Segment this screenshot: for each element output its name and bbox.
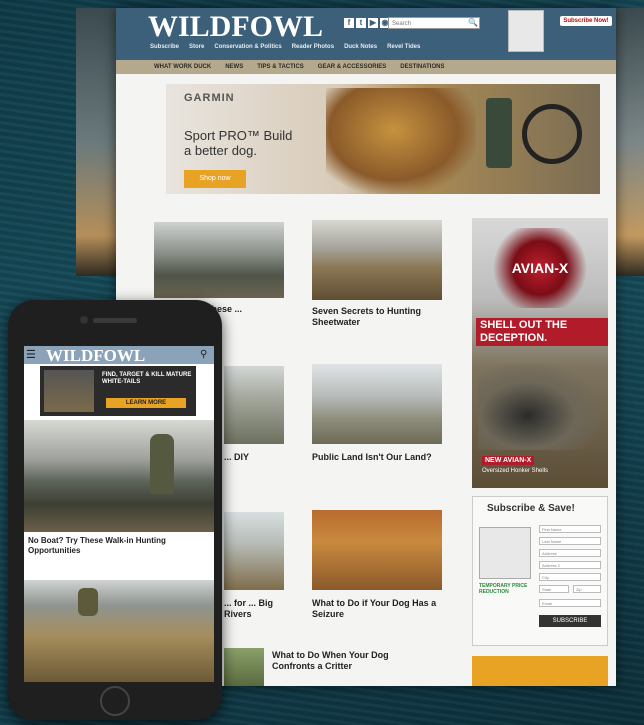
ad-text: FIND, TARGET & KILL MATURE WHITE-TAILS [102,372,192,385]
background-photo-right [616,8,644,276]
nav-item[interactable]: TIPS & TACTICS [257,64,304,70]
subscribe-title: Subscribe & Save! [487,503,575,514]
article-photo[interactable] [24,420,214,532]
article-photo[interactable] [24,580,214,682]
price-offer: TEMPORARY PRICE REDUCTION [479,583,528,595]
state-select[interactable]: State [539,585,569,593]
site-logo[interactable]: WILDFOWL [148,10,323,44]
ad-brand: GARMIN [184,92,235,104]
article-title[interactable]: Seven Secrets to Hunting Sheetwater [312,306,442,328]
magazine-cover[interactable] [508,10,544,52]
hunter-figure [150,434,174,494]
home-button[interactable] [100,686,130,716]
search-icon[interactable]: 🔍 [468,18,478,28]
subnav-item[interactable]: Store [189,44,204,50]
garmin-banner-ad[interactable]: GARMIN Sport PRO™ Build a better dog. Sh… [166,84,600,194]
article-thumbnail[interactable] [224,512,284,590]
article-title[interactable]: ... DIY [224,452,284,463]
email-field[interactable]: Email [539,599,601,607]
last-name-field[interactable]: Last Name [539,537,601,545]
magazine-cover [479,527,531,579]
avian-x-sidebar-ad[interactable]: AVIAN-X SHELL OUT THE DECEPTION. NEW AVI… [472,218,608,488]
article-thumbnail[interactable] [312,220,442,300]
site-header: WILDFOWL Subscribe Store Conservation & … [116,8,616,60]
sub-navigation: Subscribe Store Conservation & Politics … [150,44,420,50]
nav-item[interactable]: WHAT WORK DUCK [154,64,211,70]
remote-device-image [486,98,512,168]
address2-field[interactable]: Address 2 [539,561,601,569]
address-field[interactable]: Address [539,549,601,557]
mobile-logo[interactable]: WILDFOWL [46,346,145,366]
search-input[interactable]: Search [388,17,480,29]
hamburger-menu-icon[interactable]: ☰ [26,349,38,361]
article-thumbnail[interactable] [312,510,442,590]
shop-now-button[interactable]: Shop now [184,170,246,188]
product-label: Oversized Honker Shells [482,468,549,474]
nav-item[interactable]: NEWS [225,64,243,70]
hunter-figure [78,588,98,616]
background-photo-left [76,8,116,276]
main-navigation: WHAT WORK DUCK NEWS TIPS & TACTICS GEAR … [116,60,616,74]
article-thumbnail[interactable] [224,366,284,444]
goose-decoy-image [478,364,602,450]
ad-headline: SHELL OUT THE DECEPTION. [476,318,608,346]
twitter-icon[interactable]: t [356,18,366,28]
mobile-screen: ☰ WILDFOWL ⚲ FIND, TARGET & KILL MATURE … [24,346,214,682]
article-title[interactable]: No Boat? Try These Walk-in Hunting Oppor… [28,536,208,556]
article-thumbnail[interactable] [154,222,284,298]
collar-image [522,104,582,164]
ad-headline: Sport PRO™ Build a better dog. [184,128,293,158]
article-title[interactable]: What to Do if Your Dog Has a Seizure [312,598,442,620]
article-thumbnail[interactable] [224,648,264,686]
first-name-field[interactable]: First Name [539,525,601,533]
mobile-header: ☰ WILDFOWL ⚲ [24,346,214,366]
city-field[interactable]: City [539,573,601,581]
speaker-grille [93,318,137,323]
dog-image [326,88,476,194]
article-title[interactable]: ... for ... Big Rivers [224,598,284,620]
article-title[interactable]: Public Land Isn't Our Land? [312,452,432,463]
search-icon[interactable]: ⚲ [200,349,207,360]
new-label: NEW AVIAN-X [482,456,535,465]
nav-item[interactable]: DESTINATIONS [400,64,444,70]
facebook-icon[interactable]: f [344,18,354,28]
youtube-icon[interactable]: ▶ [368,18,378,28]
nav-item[interactable]: GEAR & ACCESSORIES [318,64,386,70]
ad-image [44,370,94,412]
article-thumbnail[interactable] [312,364,442,444]
mobile-banner-ad[interactable]: FIND, TARGET & KILL MATURE WHITE-TAILS L… [40,366,196,416]
subnav-item[interactable]: Conservation & Politics [214,44,281,50]
camera-icon [80,316,88,324]
sidebar-ad-orange[interactable] [472,656,608,686]
article-title[interactable]: What to Do When Your Dog Confronts a Cri… [272,650,422,672]
zip-field[interactable]: Zip [573,585,601,593]
avian-x-logo: AVIAN-X [486,228,594,308]
subnav-item[interactable]: Reader Photos [292,44,334,50]
subnav-item[interactable]: Revel Tides [387,44,420,50]
subscribe-now-button[interactable]: Subscribe Now! [560,16,612,26]
phone-mockup: ☰ WILDFOWL ⚲ FIND, TARGET & KILL MATURE … [8,300,222,720]
learn-more-button[interactable]: LEARN MORE [106,398,186,408]
subscribe-button[interactable]: SUBSCRIBE [539,615,601,627]
subnav-item[interactable]: Duck Notes [344,44,377,50]
subnav-item[interactable]: Subscribe [150,44,179,50]
subscribe-box: Subscribe & Save! First Name Last Name A… [472,496,608,646]
social-links: f t ▶ ◉ [344,18,390,28]
